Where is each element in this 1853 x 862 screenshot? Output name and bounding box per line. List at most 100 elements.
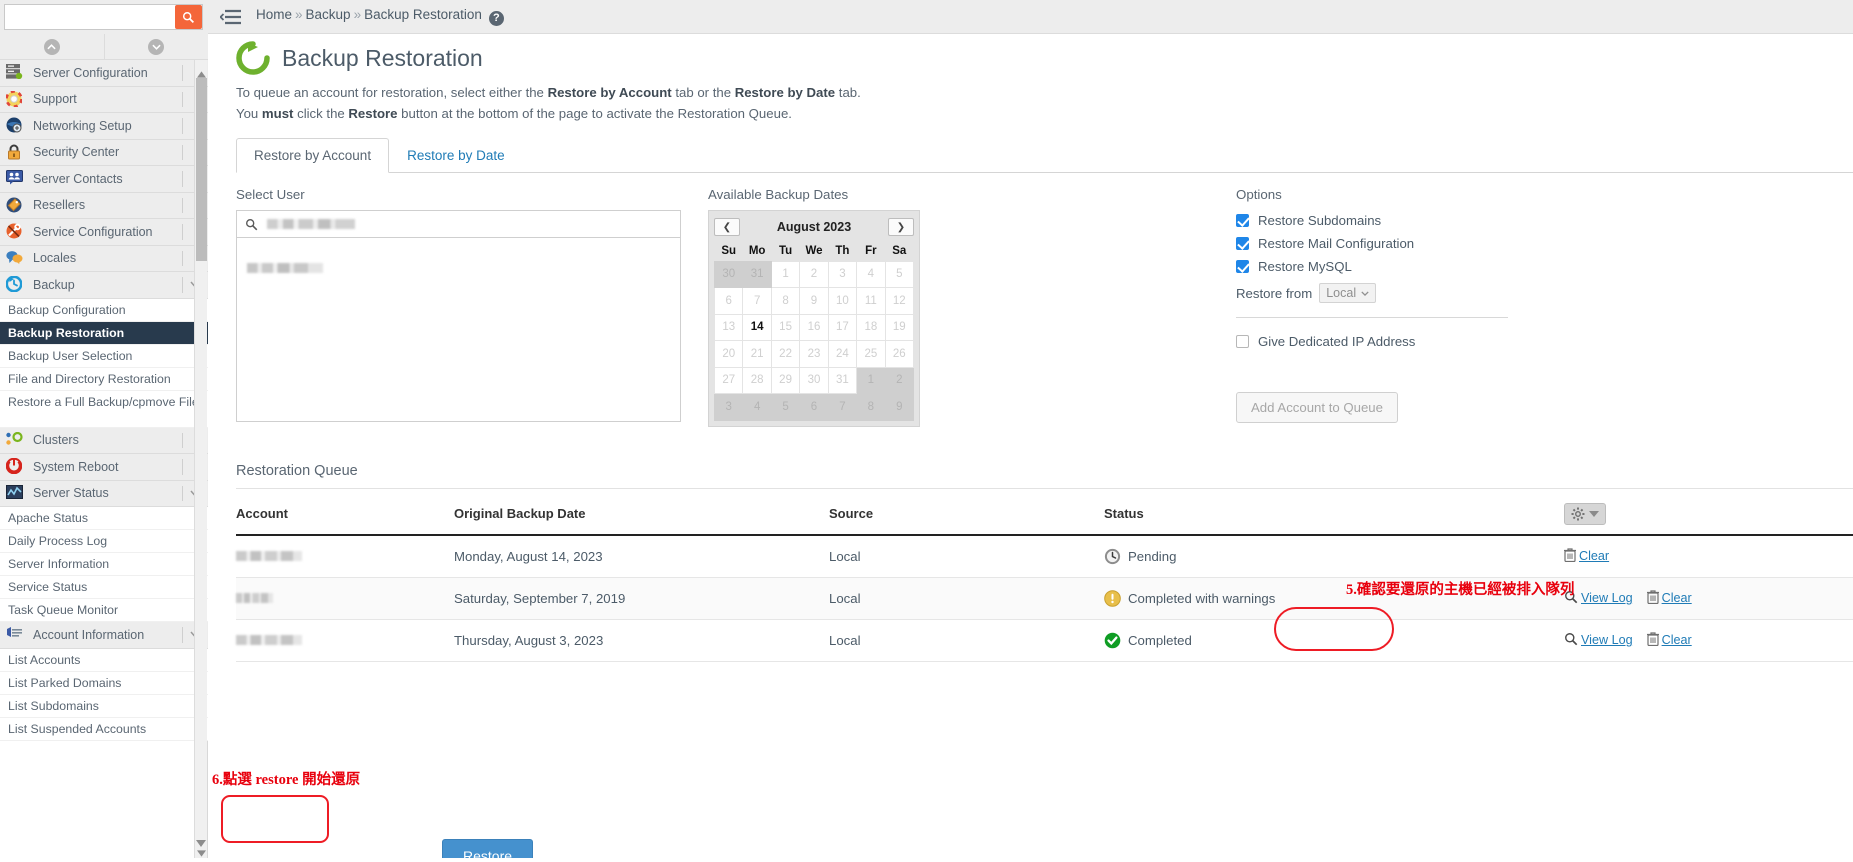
calendar-day[interactable]: 19 [885,314,913,341]
tab-restore-by-date[interactable]: Restore by Date [389,138,523,173]
calendar-day[interactable]: 8 [857,394,885,421]
calendar-day[interactable]: 20 [715,341,743,368]
sidebar-item-daily-process-log[interactable]: Daily Process Log [0,530,208,553]
calendar-day[interactable]: 16 [800,314,828,341]
sidebar-item-server-information[interactable]: Server Information [0,553,208,576]
calendar-day[interactable]: 28 [743,367,771,394]
scroll-down-icon-bottom[interactable] [196,834,206,852]
sidebar-item-list-subdomains[interactable]: List Subdomains [0,695,208,718]
expand-all-button[interactable] [105,34,209,59]
view-log-action[interactable]: View Log [1564,632,1633,649]
sidebar-item-task-queue-monitor[interactable]: Task Queue Monitor [0,599,208,622]
sidebar-item-list-suspended-accounts[interactable]: List Suspended Accounts [0,718,208,741]
calendar-day[interactable]: 1 [857,367,885,394]
calendar-day[interactable]: 7 [828,394,856,421]
sidebar-item-apache-status[interactable]: Apache Status [0,507,208,530]
checkbox[interactable] [1236,260,1249,273]
sidebar-item-restore-a-full-backup-cpmove-file[interactable]: Restore a Full Backup/cpmove File [0,391,208,428]
calendar-day[interactable]: 3 [715,394,743,421]
clear-action[interactable]: Clear [1564,548,1609,565]
sidebar-item-server-status[interactable]: Server Status [0,481,208,508]
sidebar-item-list-accounts[interactable]: List Accounts [0,649,208,672]
sidebar-item-clusters[interactable]: Clusters [0,428,208,455]
calendar-day[interactable]: 23 [800,341,828,368]
calendar-day[interactable]: 4 [857,261,885,288]
calendar-day[interactable]: 7 [743,288,771,315]
calendar-day[interactable]: 21 [743,341,771,368]
sidebar-item-account-information[interactable]: Account Information [0,622,208,649]
calendar-day[interactable]: 1 [771,261,799,288]
sidebar-item-server-contacts[interactable]: Server Contacts [0,166,208,193]
calendar-day[interactable]: 30 [715,261,743,288]
calendar-day[interactable]: 9 [800,288,828,315]
calendar-day[interactable]: 5 [885,261,913,288]
checkbox[interactable] [1236,214,1249,227]
calendar-day[interactable]: 17 [828,314,856,341]
calendar-day[interactable]: 15 [771,314,799,341]
sidebar-item-system-reboot[interactable]: System Reboot [0,454,208,481]
gear-icon[interactable] [1564,503,1606,525]
calendar-day[interactable]: 13 [715,314,743,341]
hamburger-icon[interactable] [220,9,242,25]
sidebar-item-support[interactable]: Support [0,87,208,114]
option-restore-mail-configuration[interactable]: Restore Mail Configuration [1236,233,1656,254]
restore-button[interactable]: Restore [442,839,533,858]
help-icon[interactable]: ? [489,11,504,26]
calendar-day[interactable]: 31 [828,367,856,394]
search-icon[interactable] [175,5,202,29]
calendar-day[interactable]: 30 [800,367,828,394]
calendar-day[interactable]: 29 [771,367,799,394]
calendar-day[interactable]: 26 [885,341,913,368]
sidebar-item-backup-user-selection[interactable]: Backup User Selection [0,345,208,368]
calendar-day[interactable]: 10 [828,288,856,315]
checkbox[interactable] [1236,237,1249,250]
calendar-day[interactable]: 2 [885,367,913,394]
sidebar-item-server-configuration[interactable]: Server Configuration [0,60,208,87]
sidebar-item-backup-configuration[interactable]: Backup Configuration [0,299,208,322]
sidebar-item-service-status[interactable]: Service Status [0,576,208,599]
breadcrumb-item-backup[interactable]: Backup [306,7,351,22]
sidebar-item-service-configuration[interactable]: Service Configuration [0,219,208,246]
chevron-right-icon[interactable]: ❯ [888,218,914,236]
calendar-day[interactable]: 22 [771,341,799,368]
option-give-dedicated-ip[interactable]: Give Dedicated IP Address [1236,331,1656,352]
sidebar-scrollbar[interactable] [194,60,207,858]
calendar-day[interactable]: 25 [857,341,885,368]
option-restore-mysql[interactable]: Restore MySQL [1236,256,1656,277]
list-item[interactable] [237,260,680,278]
scrollbar-thumb[interactable] [196,78,207,261]
restore-from-select[interactable]: Local [1319,283,1376,303]
breadcrumb-item-backup-restoration[interactable]: Backup Restoration [364,7,482,22]
calendar-day[interactable]: 5 [771,394,799,421]
calendar-day[interactable]: 12 [885,288,913,315]
collapse-all-button[interactable] [0,34,105,59]
search-input[interactable] [5,5,165,29]
calendar-day[interactable]: 3 [828,261,856,288]
calendar-day-selected[interactable]: 14 [743,314,771,341]
calendar-day[interactable]: 8 [771,288,799,315]
checkbox[interactable] [1236,335,1249,348]
calendar-day[interactable]: 11 [857,288,885,315]
clear-action[interactable]: Clear [1647,590,1692,607]
clear-action[interactable]: Clear [1647,632,1692,649]
option-restore-subdomains[interactable]: Restore Subdomains [1236,210,1656,231]
calendar-day[interactable]: 2 [800,261,828,288]
scroll-up-icon[interactable] [197,65,206,74]
chevron-left-icon[interactable]: ❮ [714,218,740,236]
user-list[interactable] [236,238,681,422]
calendar-day[interactable]: 4 [743,394,771,421]
tab-restore-by-account[interactable]: Restore by Account [236,138,389,173]
sidebar-item-locales[interactable]: Locales [0,246,208,273]
calendar-day[interactable]: 6 [715,288,743,315]
calendar-day[interactable]: 6 [800,394,828,421]
calendar-widget[interactable]: ❮ August 2023 ❯ SuMoTuWeThFrSa3031123456… [708,210,920,427]
calendar-day[interactable]: 31 [743,261,771,288]
sidebar-item-list-parked-domains[interactable]: List Parked Domains [0,672,208,695]
calendar-day[interactable]: 27 [715,367,743,394]
breadcrumb-item-home[interactable]: Home [256,7,292,22]
calendar-day[interactable]: 24 [828,341,856,368]
sidebar-item-file-and-directory-restoration[interactable]: File and Directory Restoration [0,368,208,391]
sidebar-item-security-center[interactable]: Security Center [0,140,208,167]
sidebar-item-resellers[interactable]: Resellers [0,193,208,220]
user-search-input[interactable] [236,210,681,238]
